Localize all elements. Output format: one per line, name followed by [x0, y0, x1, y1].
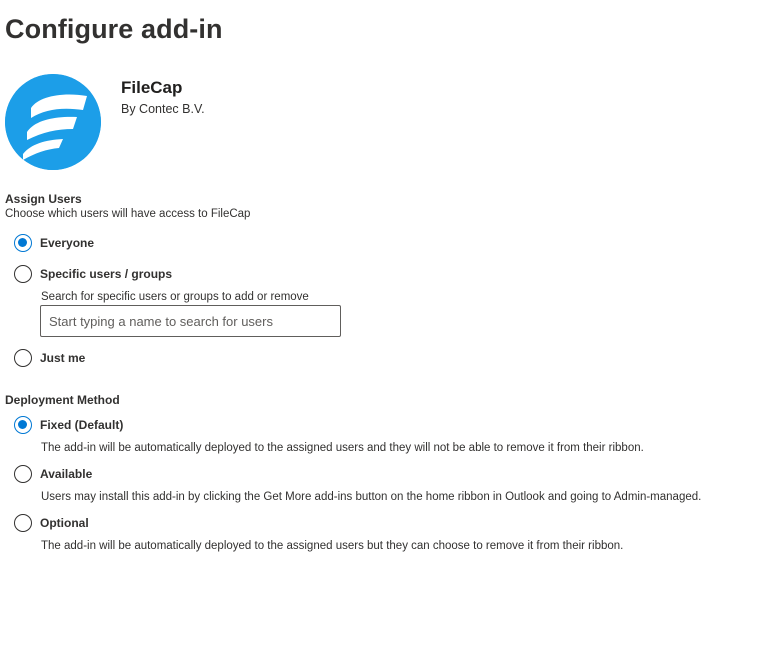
radio-everyone-circle[interactable] [14, 234, 32, 252]
assign-users-title: Assign Users [5, 192, 82, 206]
radio-available[interactable]: Available [14, 465, 92, 483]
filecap-logo-icon [5, 74, 101, 170]
radio-everyone-label: Everyone [40, 236, 95, 250]
radio-specific-users[interactable]: Specific users / groups [14, 265, 172, 283]
radio-fixed-label: Fixed (Default) [40, 418, 124, 432]
radio-specific-users-circle[interactable] [14, 265, 32, 283]
radio-available-circle[interactable] [14, 465, 32, 483]
radio-fixed[interactable]: Fixed (Default) [14, 416, 123, 434]
available-description: Users may install this add-in by clickin… [41, 491, 702, 503]
app-name: FileCap [121, 78, 183, 97]
user-search-input[interactable] [40, 305, 341, 337]
search-hint: Search for specific users or groups to a… [41, 291, 309, 303]
radio-optional-circle[interactable] [14, 514, 32, 532]
radio-optional-label: Optional [40, 516, 89, 530]
fixed-description: The add-in will be automatically deploye… [41, 442, 644, 454]
radio-just-me-label: Just me [40, 351, 86, 365]
radio-optional[interactable]: Optional [14, 514, 89, 532]
app-meta: FileCap By Contec B.V. [121, 74, 205, 170]
deployment-method-title: Deployment Method [5, 393, 120, 407]
radio-just-me-circle[interactable] [14, 349, 32, 367]
assign-users-description: Choose which users will have access to F… [5, 208, 251, 220]
radio-available-label: Available [40, 467, 93, 481]
app-publisher: By Contec B.V. [121, 102, 205, 116]
page-title: Configure add-in [5, 14, 223, 44]
app-header: FileCap By Contec B.V. [5, 74, 205, 170]
radio-just-me[interactable]: Just me [14, 349, 85, 367]
optional-description: The add-in will be automatically deploye… [41, 540, 624, 552]
radio-everyone[interactable]: Everyone [14, 234, 94, 252]
configure-addin-page: Configure add-in FileCap By Contec B.V. … [0, 0, 773, 651]
radio-specific-users-label: Specific users / groups [40, 267, 173, 281]
radio-fixed-circle[interactable] [14, 416, 32, 434]
